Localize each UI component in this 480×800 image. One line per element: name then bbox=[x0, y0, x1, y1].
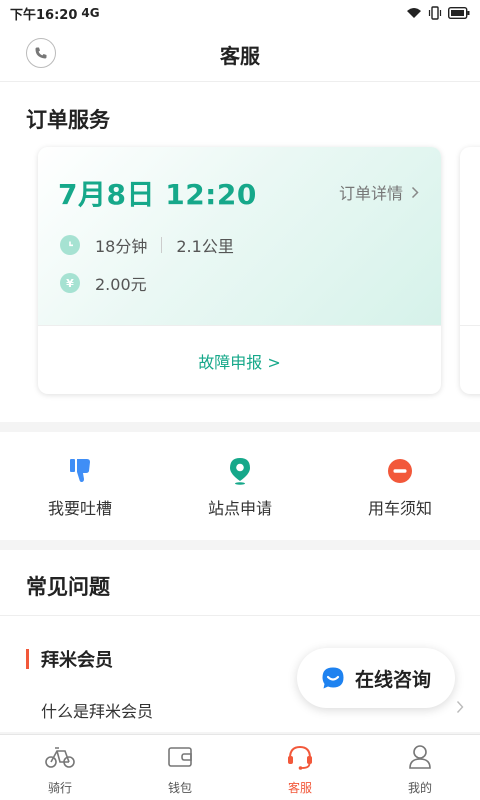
page-title: 客服 bbox=[220, 44, 260, 68]
card-divider bbox=[38, 325, 441, 326]
map-pin-icon bbox=[229, 457, 251, 485]
order-service-title: 订单服务 bbox=[26, 108, 110, 132]
order-date: 7月8日 12:20 bbox=[58, 178, 257, 211]
wifi-icon bbox=[407, 8, 421, 18]
status-bar: 下午16:20 4G bbox=[0, 0, 480, 26]
faq-title: 常见问题 bbox=[26, 575, 110, 599]
yen-icon: ¥ bbox=[60, 273, 80, 293]
nav-bar: 客服 bbox=[0, 26, 480, 82]
fault-report-link[interactable]: 故障申报 > bbox=[38, 349, 441, 373]
tab-wallet-label: 钱包 bbox=[167, 781, 192, 795]
order-card-summary: 7月8日 12:20 订单详情 18分钟 2.1公里 ¥ 2.00元 bbox=[38, 147, 441, 325]
next-order-card-peek[interactable] bbox=[460, 147, 480, 394]
ride-price: 2.00元 bbox=[95, 275, 147, 294]
battery-icon bbox=[448, 7, 470, 19]
online-consult-label: 在线咨询 bbox=[354, 668, 431, 691]
ride-distance: 2.1公里 bbox=[176, 237, 234, 256]
card-divider bbox=[460, 325, 480, 326]
ride-duration: 18分钟 bbox=[95, 237, 148, 256]
chat-bubble-icon bbox=[322, 667, 344, 689]
tab-mine-label: 我的 bbox=[407, 781, 432, 795]
category-marker bbox=[26, 649, 29, 669]
order-service-section: 订单服务 7月8日 12:20 订单详情 18分钟 2.1公里 ¥ 2.00元 … bbox=[0, 82, 480, 422]
order-detail-label: 订单详情 bbox=[338, 184, 403, 203]
status-indicators bbox=[406, 6, 470, 20]
bike-icon bbox=[45, 743, 75, 771]
complaint-label: 我要吐槽 bbox=[47, 499, 112, 518]
tab-service[interactable]: 客服 bbox=[240, 735, 360, 800]
complaint-button[interactable]: 我要吐槽 bbox=[0, 432, 160, 540]
tab-mine[interactable]: 我的 bbox=[360, 735, 480, 800]
faq-divider bbox=[0, 615, 480, 616]
tab-service-label: 客服 bbox=[287, 781, 312, 795]
faq-question[interactable]: 什么是拜米会员 bbox=[41, 698, 153, 722]
wallet-icon bbox=[167, 743, 193, 771]
status-network: 4G bbox=[81, 6, 100, 20]
order-card[interactable]: 7月8日 12:20 订单详情 18分钟 2.1公里 ¥ 2.00元 故障申报 … bbox=[38, 147, 441, 394]
thumbs-down-icon bbox=[68, 457, 92, 485]
stats-divider bbox=[161, 237, 163, 253]
no-entry-icon bbox=[387, 457, 413, 485]
faq-category-label: 拜米会员 bbox=[41, 650, 113, 671]
riding-notice-label: 用车须知 bbox=[367, 499, 432, 518]
vibrate-icon bbox=[428, 6, 442, 20]
riding-notice-button[interactable]: 用车须知 bbox=[320, 432, 480, 540]
ride-stats-row: 18分钟 2.1公里 bbox=[60, 233, 234, 257]
ride-price-row: ¥ 2.00元 bbox=[60, 271, 147, 295]
station-apply-button[interactable]: 站点申请 bbox=[160, 432, 320, 540]
tab-ride[interactable]: 骑行 bbox=[0, 735, 120, 800]
headset-icon bbox=[286, 743, 314, 771]
chevron-right-icon bbox=[456, 701, 464, 713]
faq-category: 拜米会员 bbox=[26, 646, 113, 672]
quick-actions: 我要吐槽 站点申请 用车须知 bbox=[0, 432, 480, 540]
status-time: 下午16:20 bbox=[10, 7, 78, 23]
tab-ride-label: 骑行 bbox=[47, 781, 72, 795]
clock-icon bbox=[60, 235, 80, 255]
user-icon bbox=[408, 743, 432, 771]
station-apply-label: 站点申请 bbox=[207, 499, 272, 518]
tab-bar: 骑行 钱包 客服 我的 bbox=[0, 734, 480, 800]
online-consult-button[interactable]: 在线咨询 bbox=[297, 648, 455, 708]
chevron-right-icon bbox=[411, 186, 419, 198]
tab-wallet[interactable]: 钱包 bbox=[120, 735, 240, 800]
order-detail-link[interactable]: 订单详情 bbox=[339, 180, 419, 204]
